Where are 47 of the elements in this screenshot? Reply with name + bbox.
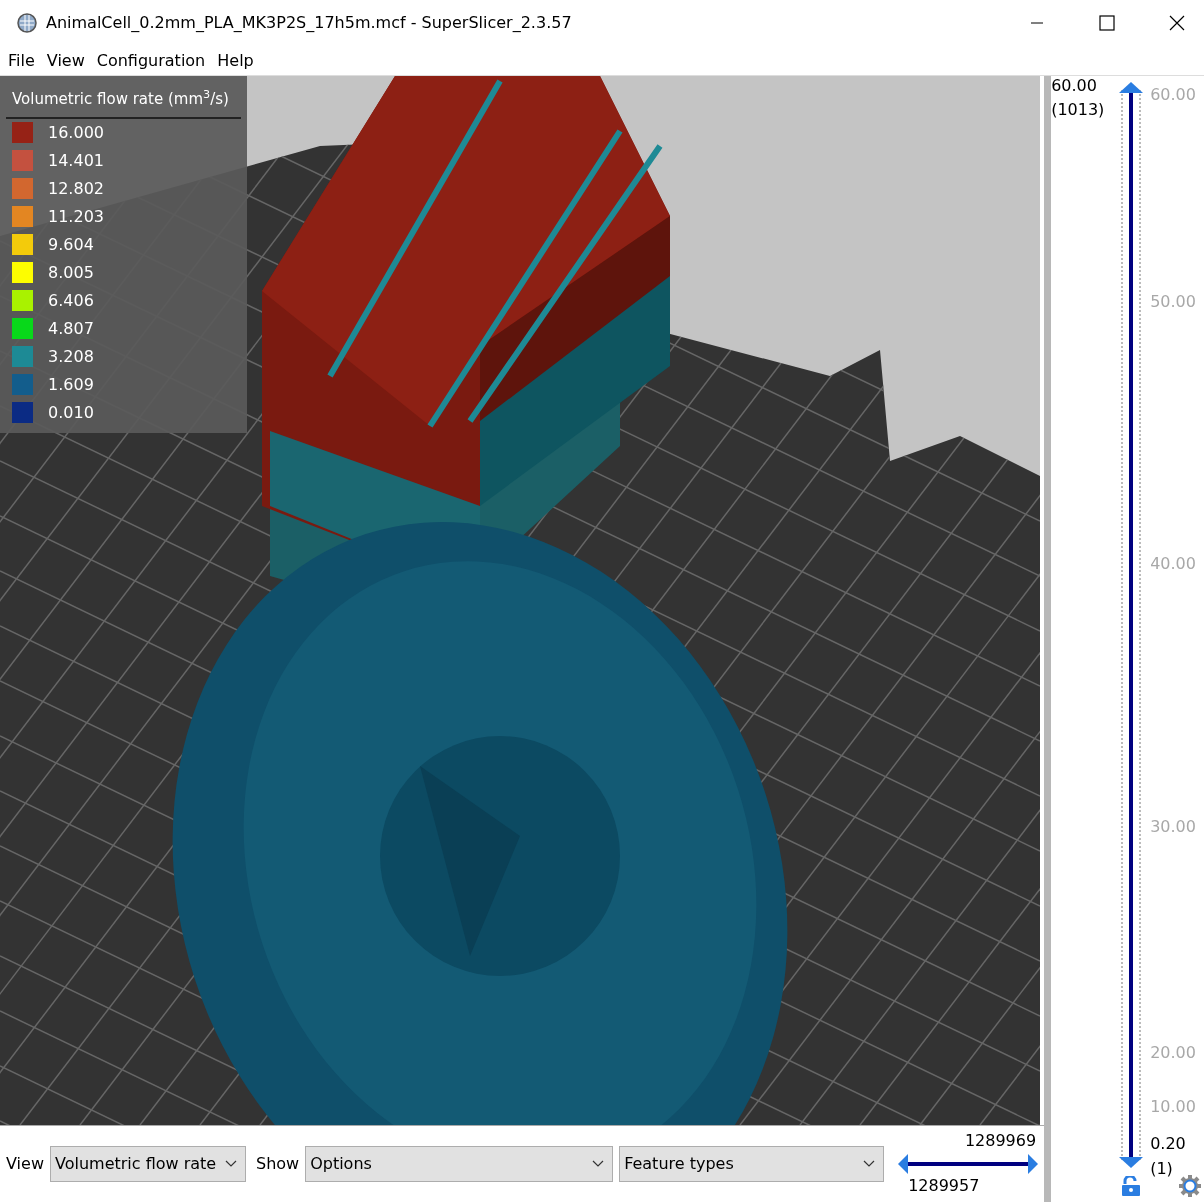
layer-tick-label: 60.00: [1150, 85, 1196, 105]
lower-move-value: 1289957: [908, 1176, 980, 1196]
legend-value: 9.604: [48, 233, 94, 256]
legend-value: 6.406: [48, 289, 94, 312]
window-title: AnimalCell_0.2mm_PLA_MK3P2S_17h5m.mcf - SuperSlicer_2.3.57: [46, 12, 573, 34]
view-dropdown[interactable]: Volumetric flow rate: [49, 1146, 246, 1182]
legend-value: 12.802: [48, 177, 104, 200]
legend-value: 14.401: [48, 149, 104, 172]
legend-value: 16.000: [48, 121, 104, 144]
settings-icon[interactable]: [1179, 1175, 1202, 1197]
caret-icon: [224, 1160, 237, 1168]
layer-tick-label: 10.00: [1150, 1097, 1196, 1117]
print-preview-drawing[interactable]: [0, 76, 1040, 1125]
upper-move-value: 1289969: [964, 1131, 1037, 1151]
lower-layer-height: 0.20: [1150, 1134, 1186, 1154]
layer-tick-label: 40.00: [1150, 554, 1196, 574]
close-icon: [1169, 15, 1185, 31]
show-label: Show: [255, 1153, 300, 1175]
menu-item[interactable]: File: [4, 48, 39, 73]
upper-layer-height: 60.00: [1051, 76, 1097, 96]
view-label: View: [6, 1153, 44, 1175]
legend-value: 3.208: [48, 345, 94, 368]
upper-thumb-icon[interactable]: [1119, 82, 1144, 94]
lower-thumb-icon[interactable]: [1119, 1156, 1144, 1168]
lock-icon[interactable]: [1122, 1176, 1141, 1196]
legend-value: 0.010: [48, 401, 94, 424]
right-thumb-icon[interactable]: [1028, 1154, 1039, 1174]
menu-item[interactable]: Help: [213, 48, 258, 73]
left-thumb-icon[interactable]: [898, 1154, 909, 1174]
show-dropdown[interactable]: Options: [305, 1146, 614, 1182]
legend-value: 4.807: [48, 317, 94, 340]
menu-item[interactable]: View: [42, 48, 89, 73]
maximize-icon: [1099, 15, 1115, 31]
layer-tick-label: 50.00: [1150, 292, 1196, 312]
app-icon: [16, 12, 38, 34]
caret-icon: [592, 1160, 605, 1168]
feature-types-dropdown[interactable]: Feature types: [619, 1146, 885, 1182]
legend-value: 1.609: [48, 373, 94, 396]
layer-tick-label: 20.00: [1150, 1043, 1196, 1063]
legend-value: 11.203: [48, 205, 104, 228]
lower-layer-number: (1): [1150, 1159, 1173, 1179]
layer-tick-label: 30.00: [1150, 817, 1196, 837]
upper-layer-number: (1013): [1051, 100, 1105, 120]
legend-title: Volumetric flow rate (mm$^{3}$/s): [6, 84, 241, 119]
caret-icon: [863, 1160, 876, 1168]
menu-item[interactable]: Configuration: [92, 48, 210, 73]
legend-value: 8.005: [48, 261, 94, 284]
